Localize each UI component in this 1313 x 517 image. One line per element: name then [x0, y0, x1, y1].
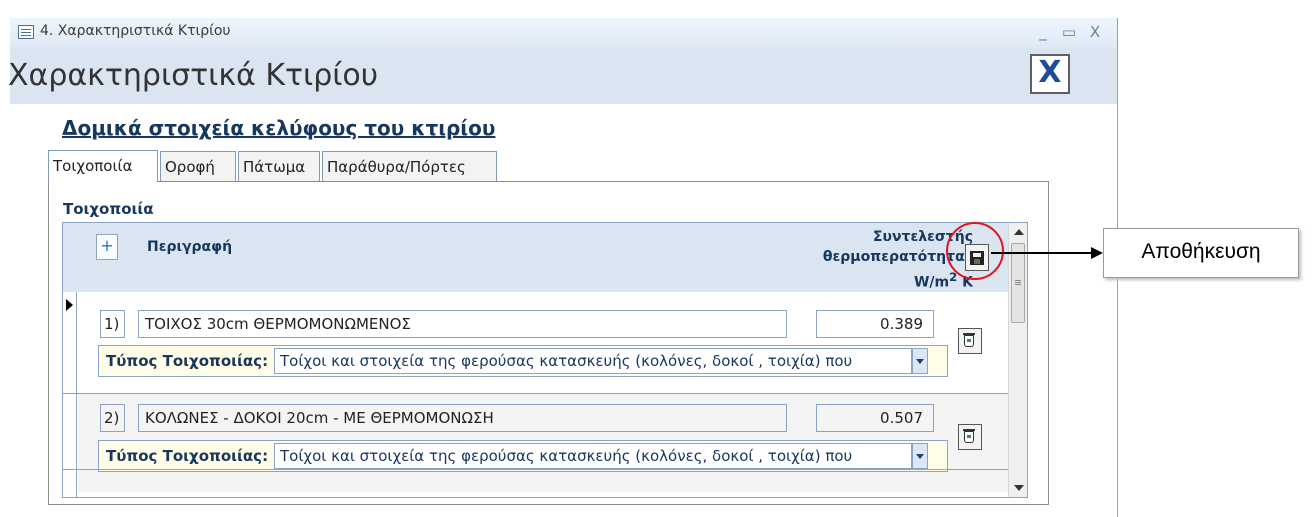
current-record-arrow-icon	[66, 299, 73, 311]
unit-text: W/m	[913, 274, 950, 291]
record-selector-column[interactable]	[63, 292, 77, 497]
wall-type-combo[interactable]: Τοίχοι και στοιχεία της φερούσας κατασκε…	[274, 443, 912, 469]
recycle-bin-icon	[963, 333, 975, 347]
description-header: Περιγραφή	[147, 239, 233, 255]
record-index: 1)	[100, 310, 125, 338]
record-row: 1) ΤΟΙΧΟΣ 30cm ΘΕΡΜΟΜΟΝΩΜΕΝΟΣ 0.389 Τύπο…	[78, 293, 1008, 391]
form-icon	[18, 25, 34, 39]
wall-type-row: Τύπος Τοιχοποιίας: Τοίχοι και στοιχεία τ…	[98, 440, 948, 472]
scroll-thumb[interactable]	[1011, 243, 1025, 323]
delete-record-button[interactable]	[958, 424, 982, 450]
close-form-button[interactable]: X	[1030, 54, 1070, 94]
save-callout-label: Αποθήκευση	[1103, 228, 1299, 278]
callout-arrow-head-icon	[1091, 247, 1103, 259]
new-record-separator	[63, 469, 1008, 470]
tab-windows-doors[interactable]: Παράθυρα/Πόρτες	[322, 151, 497, 181]
form-title: Χαρακτηριστικά Κτιρίου	[8, 58, 379, 93]
section-title: Δομικά στοιχεία κελύφους του κτιρίου	[62, 116, 496, 140]
add-record-button[interactable]: +	[96, 234, 118, 260]
wall-type-label: Τύπος Τοιχοποιίας:	[106, 447, 269, 465]
subform-title: Τοιχοποιία	[63, 200, 154, 218]
wall-type-combo[interactable]: Τοίχοι και στοιχεία της φερούσας κατασκε…	[274, 348, 912, 374]
save-highlight-circle	[946, 222, 1004, 280]
u-value-header: Συντελεστής θερμοπερατότητας W/m2 K	[793, 227, 973, 293]
maximize-button[interactable]: ▭	[1058, 20, 1080, 44]
window-title: 4. Χαρακτηριστικά Κτιρίου	[40, 23, 231, 39]
u-value-header-unit: W/m2 K	[793, 267, 973, 293]
tab-walls[interactable]: Τοιχοποιία	[48, 150, 158, 182]
wall-type-dropdown-arrow-icon[interactable]	[912, 443, 928, 469]
description-field[interactable]: ΤΟΙΧΟΣ 30cm ΘΕΡΜΟΜΟΝΩΜΕΝΟΣ	[138, 310, 787, 338]
walls-subform: + Περιγραφή Συντελεστής θερμοπερατότητας…	[62, 222, 1028, 498]
record-index: 2)	[100, 404, 125, 432]
title-bar: 4. Χαρακτηριστικά Κτιρίου _ ▭ X	[10, 18, 1118, 48]
wall-type-label: Τύπος Τοιχοποιίας:	[106, 352, 269, 370]
form-header: Χαρακτηριστικά Κτιρίου X	[8, 48, 1118, 104]
scroll-down-arrow-icon[interactable]	[1014, 485, 1024, 491]
callout-arrow-line	[991, 252, 1095, 254]
record-row: 2) ΚΟΛΩΝΕΣ - ΔΟΚΟΙ 20cm - ΜΕ ΘΕΡΜΟΜΟΝΩΣΗ…	[78, 394, 1008, 492]
tab-floor[interactable]: Πάτωμα	[238, 151, 320, 181]
vertical-scrollbar[interactable]	[1008, 223, 1027, 497]
u-value-field[interactable]: 0.507	[816, 404, 934, 432]
u-value-field[interactable]: 0.389	[816, 310, 934, 338]
recycle-bin-icon	[963, 429, 975, 443]
scroll-up-arrow-icon[interactable]	[1014, 229, 1024, 235]
wall-type-row: Τύπος Τοιχοποιίας: Τοίχοι και στοιχεία τ…	[98, 345, 948, 377]
delete-record-button[interactable]	[958, 328, 982, 354]
subform-header: + Περιγραφή Συντελεστής θερμοπερατότητας…	[63, 223, 1008, 292]
description-field[interactable]: ΚΟΛΩΝΕΣ - ΔΟΚΟΙ 20cm - ΜΕ ΘΕΡΜΟΜΟΝΩΣΗ	[138, 404, 787, 432]
window-close-button[interactable]: X	[1084, 20, 1106, 44]
minimize-button[interactable]: _	[1032, 20, 1054, 44]
wall-type-dropdown-arrow-icon[interactable]	[912, 348, 928, 374]
tab-roof[interactable]: Οροφή	[160, 151, 236, 181]
